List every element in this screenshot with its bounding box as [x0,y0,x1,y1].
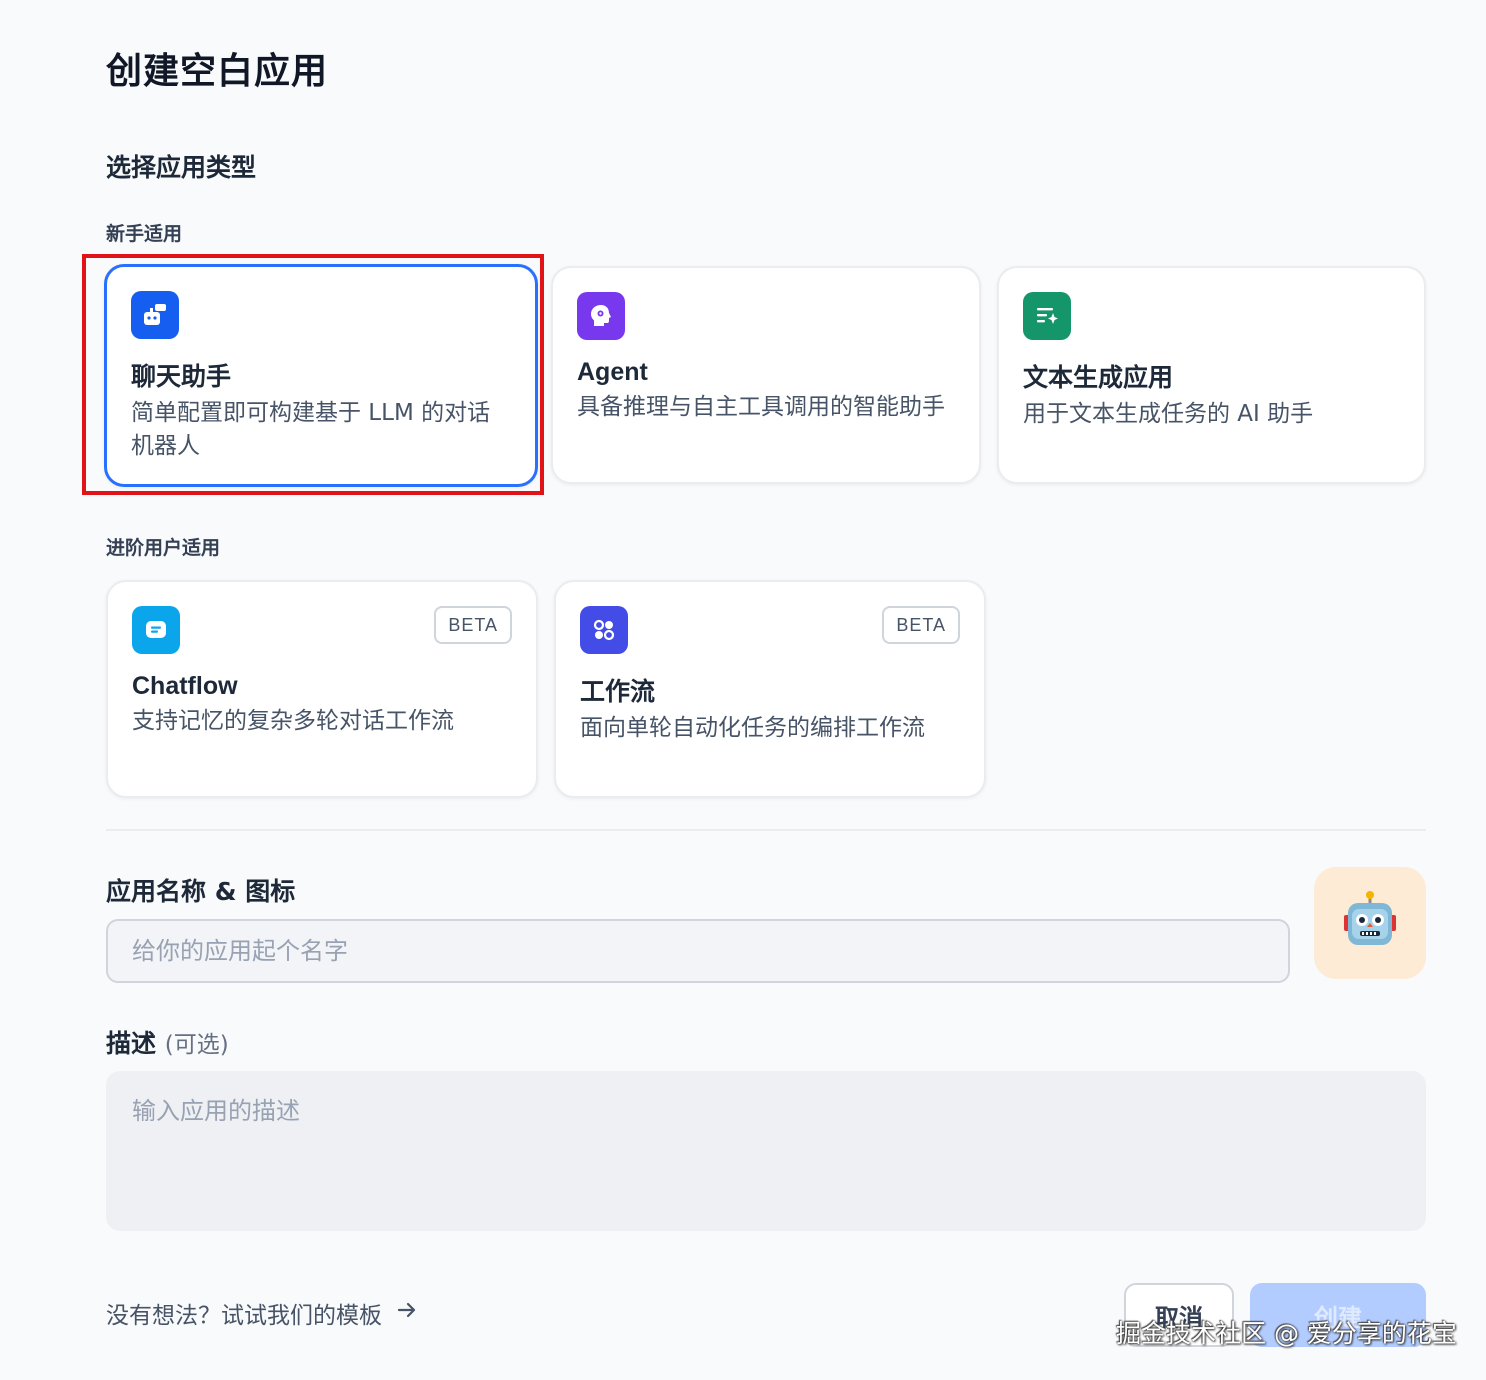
beta-badge: BETA [434,606,512,644]
create-button[interactable]: 创建 [1250,1283,1426,1347]
card-title: 文本生成应用 [1023,363,1174,392]
card-description: 简单配置即可构建基于 LLM 的对话机器人 [131,400,491,459]
arrow-right-icon [396,1299,418,1327]
template-link-text: 没有想法？试试我们的模板 [106,1303,382,1329]
description-label-text: 描述 [106,1029,157,1058]
section-divider [106,829,1426,831]
card-title: Agent [577,358,648,386]
chat-bot-icon [131,291,179,339]
optional-hint: (可选) [164,1032,229,1058]
template-link[interactable]: 没有想法？试试我们的模板 [106,1296,418,1330]
description-label: 描述 (可选) [106,1024,229,1060]
workflow-icon [580,606,628,654]
group-label-beginner: 新手适用 [106,223,183,245]
agent-brain-icon [577,292,625,340]
page-title: 创建空白应用 [106,51,329,92]
chatflow-icon [132,606,180,654]
group-label-advanced: 进阶用户适用 [106,537,221,559]
section-title: 选择应用类型 [106,153,257,182]
card-text-generation[interactable]: 文本生成应用 用于文本生成任务的 AI 助手 [997,266,1426,484]
beta-badge: BETA [882,606,960,644]
card-description: 用于文本生成任务的 AI 助手 [1023,401,1314,427]
app-name-label: 应用名称 & 图标 [106,877,296,906]
card-chatflow[interactable]: BETA Chatflow 支持记忆的复杂多轮对话工作流 [106,580,538,798]
card-description: 支持记忆的复杂多轮对话工作流 [132,708,454,734]
text-sparkle-icon [1023,292,1071,340]
card-title: Chatflow [132,672,238,700]
card-title: 聊天助手 [131,362,232,391]
card-chat-assistant[interactable]: 聊天助手 简单配置即可构建基于 LLM 的对话机器人 [104,264,538,487]
card-description: 面向单轮自动化任务的编排工作流 [580,715,925,741]
card-description: 具备推理与自主工具调用的智能助手 [577,394,945,420]
card-agent[interactable]: Agent 具备推理与自主工具调用的智能助手 [551,266,981,484]
card-title: 工作流 [580,677,656,706]
description-textarea[interactable] [106,1071,1426,1231]
app-name-input[interactable] [106,919,1290,983]
cancel-button[interactable]: 取消 [1124,1283,1234,1347]
app-icon-picker[interactable] [1314,867,1426,979]
robot-icon [1340,889,1400,957]
card-workflow[interactable]: BETA 工作流 面向单轮自动化任务的编排工作流 [554,580,986,798]
